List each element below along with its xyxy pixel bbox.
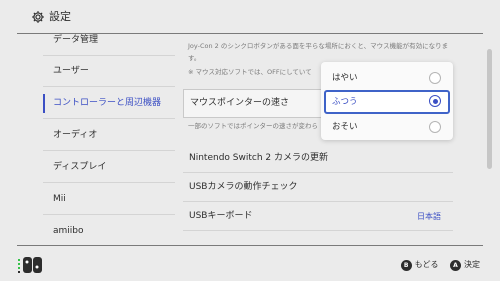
row-label: Nintendo Switch 2 カメラの更新 (189, 153, 328, 163)
gear-icon (32, 11, 44, 23)
mouse-description: Joy-Con 2 のシンクロボタンがある面を平らな場所におくと、マウス機能が有… (188, 42, 449, 62)
option-slow[interactable]: おそい (324, 115, 450, 139)
sidebar-item-label: オーディオ (53, 130, 98, 140)
sidebar-item-data-management[interactable]: データ管理 (43, 34, 175, 56)
a-button-icon: A (450, 259, 461, 271)
back-label: もどる (414, 260, 439, 269)
back-button[interactable]: B もどる (400, 258, 439, 273)
option-fast[interactable]: はやい (324, 66, 450, 90)
option-normal[interactable]: ふつう (324, 90, 450, 114)
usb-keyboard-row[interactable]: USBキーボード 日本語 (183, 202, 453, 231)
sidebar-item-audio[interactable]: オーディオ (43, 120, 175, 151)
row-label: USBキーボード (189, 211, 253, 221)
sidebar-item-label: Mii (53, 194, 66, 204)
radio-button[interactable] (429, 72, 441, 84)
option-label: おそい (332, 122, 358, 132)
footer-buttons: B もどる A 決定 (392, 258, 480, 272)
keyboard-language-value: 日本語 (417, 212, 441, 221)
sidebar-item-display[interactable]: ディスプレイ (43, 152, 175, 183)
option-label: はやい (332, 73, 358, 83)
row-label: USBカメラの動作チェック (189, 182, 298, 192)
active-indicator (43, 94, 45, 113)
confirm-label: 決定 (464, 260, 480, 269)
sidebar-item-amiibo[interactable]: amiibo (43, 216, 175, 245)
sidebar-item-label: データ管理 (53, 35, 99, 45)
sidebar-item-label: amiibo (53, 226, 84, 236)
usb-camera-check-row[interactable]: USBカメラの動作チェック (183, 173, 453, 202)
page-title: 設定 (49, 10, 71, 23)
sidebar-item-mii[interactable]: Mii (43, 184, 175, 215)
confirm-button[interactable]: A 決定 (450, 258, 480, 273)
sidebar-item-label: ディスプレイ (53, 162, 107, 172)
sidebar-item-label: コントローラーと周辺機器 (53, 98, 162, 108)
radio-button-checked[interactable] (429, 95, 441, 107)
sidebar-item-label: ユーザー (53, 66, 89, 76)
sidebar: データ管理 ユーザー コントローラーと周辺機器 オーディオ ディスプレイ Mii… (43, 34, 175, 245)
footer-divider (17, 245, 483, 246)
header: 設定 (0, 0, 500, 34)
sidebar-item-users[interactable]: ユーザー (43, 56, 175, 87)
camera-update-row[interactable]: Nintendo Switch 2 カメラの更新 (183, 144, 453, 173)
pointer-speed-dropdown: はやい ふつう おそい (321, 62, 453, 140)
sidebar-item-controllers[interactable]: コントローラーと周辺機器 (43, 88, 175, 119)
b-button-icon: B (400, 259, 412, 271)
joycon-icon (18, 257, 42, 273)
radio-button[interactable] (429, 121, 441, 133)
scrollbar[interactable] (487, 49, 492, 169)
option-label: ふつう (332, 97, 358, 107)
row-label: マウスポインターの速さ (190, 98, 290, 108)
